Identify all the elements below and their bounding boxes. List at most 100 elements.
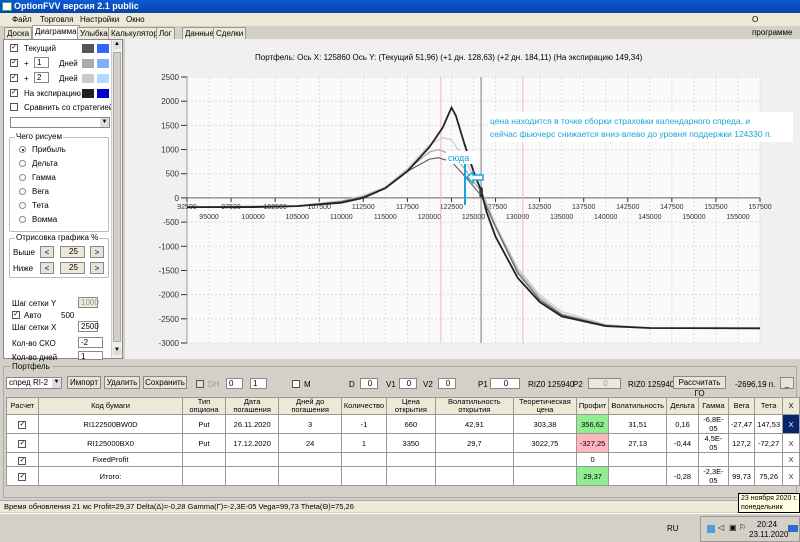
cell-vol [608, 466, 668, 486]
cell-gamma [697, 452, 729, 467]
import-button[interactable]: Импорт [67, 376, 101, 389]
cell-vol_open: 42,91 [434, 414, 515, 434]
tooltip-weekday: понедельник [741, 504, 783, 511]
cell-date [224, 466, 280, 486]
column-header[interactable]: Вега [727, 397, 756, 415]
cell-theta: 147,53 [754, 414, 784, 434]
delete-button[interactable]: Удалить [104, 376, 140, 389]
x-tick-label-bottom: 130000 [506, 214, 529, 221]
d-input[interactable]: 0 [360, 378, 378, 389]
cell-code: RI122500BW0D [37, 414, 184, 434]
volume-icon[interactable]: ◁ [718, 523, 724, 532]
column-header[interactable]: Дней до погашения [278, 397, 342, 415]
minimize-button[interactable]: _ [780, 377, 794, 389]
column-header[interactable]: Гамма [697, 397, 729, 415]
cell-gamma: -2,3E-05 [697, 466, 729, 486]
save-button[interactable]: Сохранить [143, 376, 187, 389]
remove-row-button[interactable]: X [782, 414, 800, 434]
v1-label: V1 [386, 380, 396, 389]
portfolio-table: Расчет Код бумаги Тип опциона Дата погашени… [6, 397, 800, 486]
p1-input[interactable]: 0 [490, 378, 520, 389]
cell-code: Итого: [37, 466, 184, 486]
portfolio-title: Портфель [10, 362, 52, 371]
x-tick-label-bottom: 105000 [286, 214, 309, 221]
x-tick-label-bottom: 120000 [418, 214, 441, 221]
show-desktop-icon[interactable] [788, 525, 798, 532]
column-header[interactable]: Дельта [666, 397, 699, 415]
dh-spinner-1[interactable]: 0 [226, 378, 243, 389]
table-row[interactable]: ✓ RI122500BW0D Put 26.11.2020 3 -1 660 42,91 303… [6, 414, 800, 434]
x-tick-label-bottom: 140000 [594, 214, 617, 221]
language-indicator[interactable]: RU [667, 524, 679, 533]
m-label: M [304, 380, 311, 389]
cell-theor [513, 452, 577, 467]
cell-qty [340, 466, 388, 486]
cell-profit: -327,25 [575, 433, 610, 453]
v2-input[interactable]: 0 [438, 378, 456, 389]
table-row[interactable]: ✓ Итого: 29,37 -0,28 -2,3E-05 99,73 75,26 X [6, 466, 800, 486]
column-header[interactable]: Код бумаги [37, 397, 184, 415]
y-tick-label: -2000 [159, 291, 180, 300]
x-tick-label-bottom: 110000 [330, 214, 353, 221]
status-bar: Время обновления 21 мс Profit=29,37 Delt… [0, 500, 800, 512]
x-tick-label-top: 152500 [704, 204, 727, 211]
p2-input[interactable]: 0 [588, 378, 621, 389]
x-tick-label-bottom: 95000 [199, 214, 219, 221]
cell-type [182, 466, 226, 486]
remove-row-button[interactable]: X [782, 466, 800, 486]
remove-row-button[interactable]: X [782, 433, 800, 453]
chevron-down-icon[interactable]: ▼ [52, 379, 61, 388]
table-row[interactable]: ✓ RI125000BX0 Put 17.12.2020 24 1 3350 29,7 3022… [6, 433, 800, 453]
column-header[interactable]: Цена открытия [386, 397, 436, 415]
column-header[interactable]: Количество [340, 397, 388, 415]
current-point [479, 188, 483, 193]
column-header[interactable]: Дата погашения [224, 397, 280, 415]
annotation-text: сейчас фьючерс снижается вниз-влево до у… [490, 129, 772, 139]
column-header[interactable]: Волатильность [608, 397, 668, 415]
cell-theta: 75,26 [754, 466, 784, 486]
p1-reference: RIZ0 125940 [528, 380, 575, 389]
taskbar: RU [0, 513, 800, 542]
calculate-go-button[interactable]: Рассчитать ГО [673, 376, 726, 398]
flag-icon[interactable]: ⚐ [739, 523, 746, 532]
column-header[interactable]: Профит [575, 397, 610, 415]
calc-checkbox[interactable]: ✓ [6, 433, 39, 453]
display-icon[interactable]: ▣ [729, 523, 737, 532]
x-tick-label-top: 142500 [616, 204, 639, 211]
dh-checkbox[interactable] [196, 380, 204, 388]
cell-date: 26.11.2020 [224, 414, 280, 434]
x-tick-label-top: 157500 [748, 204, 771, 211]
calc-checkbox[interactable]: ✓ [6, 466, 39, 486]
calc-checkbox[interactable]: ✓ [6, 414, 39, 434]
column-header[interactable]: Волатильность открытия [434, 397, 515, 415]
cell-days: 24 [278, 433, 342, 453]
clock-time[interactable]: 20:24 [757, 520, 777, 529]
column-header[interactable]: Теоретическая цена [513, 397, 577, 415]
cell-profit: 356,62 [575, 414, 610, 434]
profit-chart[interactable]: 2500 2000 1500 1000 500 0 -500 -1000 -1500 -2000 -… [0, 0, 800, 360]
remove-row-button[interactable]: X [782, 452, 800, 467]
x-tick-label-top: 112500 [352, 204, 375, 211]
x-tick-label-top: 137500 [572, 204, 595, 211]
cell-days [278, 466, 342, 486]
v1-input[interactable]: 0 [399, 378, 417, 389]
dh-spinner-2[interactable]: 1 [250, 378, 267, 389]
cell-vega [727, 452, 756, 467]
cell-vol [608, 452, 668, 467]
calc-checkbox[interactable]: ✓ [6, 452, 39, 467]
m-checkbox[interactable] [292, 380, 300, 388]
clock-date[interactable]: 23.11.2020 [749, 530, 788, 539]
column-header[interactable]: Расчет [6, 397, 39, 415]
tooltip-date: 23 ноября 2020 г. [741, 495, 797, 502]
cell-theor: 3022,75 [513, 433, 577, 453]
y-tick-label: -500 [163, 218, 180, 227]
cell-theta: -72,27 [754, 433, 784, 453]
column-header[interactable]: X [782, 397, 800, 415]
table-row[interactable]: ✓ FixedProfit 0 X [6, 452, 800, 467]
cell-vega: 99,73 [727, 466, 756, 486]
column-header[interactable]: Тип опциона [182, 397, 226, 415]
network-icon[interactable] [707, 525, 715, 533]
cell-qty: 1 [340, 433, 388, 453]
column-header[interactable]: Тета [754, 397, 784, 415]
cell-type: Put [182, 414, 226, 434]
